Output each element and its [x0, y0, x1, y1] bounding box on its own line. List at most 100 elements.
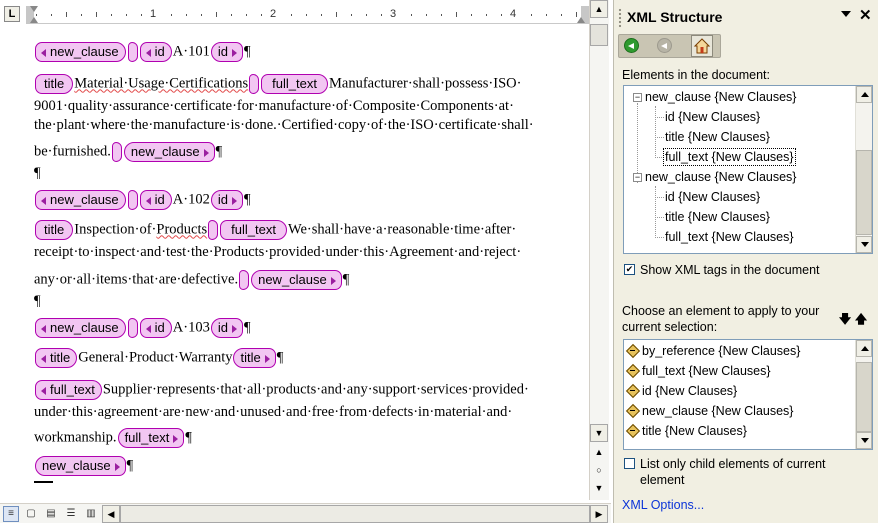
xml-element-icon	[626, 384, 639, 397]
task-pane-menu-dropdown-icon[interactable]	[841, 11, 851, 17]
previous-page-icon[interactable]: ▲	[590, 444, 608, 462]
task-pane-close-icon[interactable]: ✕	[859, 7, 872, 25]
horizontal-scroll-thumb[interactable]	[120, 505, 590, 523]
tree-item-full-text[interactable]: full_text {New Clauses}	[665, 228, 794, 246]
scroll-down-arrow-icon[interactable]	[856, 432, 872, 449]
xml-tag-id-close[interactable]: id	[210, 42, 243, 62]
xml-tag-id-close[interactable]: id	[210, 190, 243, 210]
first-line-indent-marker[interactable]	[30, 6, 38, 12]
xml-tag-title-close[interactable]: title	[233, 348, 276, 368]
hanging-indent-marker[interactable]	[30, 17, 38, 23]
task-pane-title: XML Structure	[627, 9, 723, 25]
tree-item-id[interactable]: id {New Clauses}	[665, 108, 760, 126]
apply-element-list[interactable]: by_reference {New Clauses} full_text {Ne…	[623, 339, 873, 450]
xml-tag-id-close[interactable]: id	[210, 318, 243, 338]
xml-tag-new-clause-close[interactable]: new_clause	[123, 142, 215, 162]
tree-scrollbar[interactable]	[855, 86, 872, 253]
scroll-down-arrow-icon[interactable]	[856, 236, 872, 253]
scroll-up-arrow-icon[interactable]: ▲	[590, 0, 608, 18]
reading-layout-view-icon[interactable]: ▥	[83, 506, 99, 522]
scroll-left-arrow-icon[interactable]: ◀	[102, 505, 120, 523]
tree-item-title[interactable]: title {New Clauses}	[665, 208, 770, 226]
document-vertical-scrollbar[interactable]: ▲ ▼ ▲ ○ ▼	[589, 0, 609, 500]
xml-tag-id-open[interactable]: id	[139, 190, 172, 210]
tree-item-id[interactable]: id {New Clauses}	[665, 188, 760, 206]
xml-tag-new-clause-open[interactable]: new_clause	[35, 190, 126, 210]
tree-item-title[interactable]: title {New Clauses}	[665, 128, 770, 146]
tree-line	[655, 106, 656, 158]
document-body[interactable]: new_clause id A·101 id ¶ title Material·Usage…	[0, 30, 589, 500]
scroll-thumb[interactable]	[856, 362, 872, 432]
document-elements-tree[interactable]: − new_clause {New Clauses} id {New Claus…	[623, 85, 873, 254]
pane-grip-handle[interactable]	[618, 8, 622, 28]
xml-tag-full-text-close[interactable]	[239, 270, 250, 290]
xml-tag-id-open[interactable]: id	[139, 42, 172, 62]
xml-tag-full-text-open[interactable]: full_text	[220, 220, 287, 240]
show-xml-tags-checkbox[interactable]: ✔	[624, 264, 635, 275]
ruler-tick	[321, 14, 322, 16]
element-option[interactable]: title {New Clauses}	[626, 421, 747, 441]
tree-item-full-text-selected[interactable]: full_text {New Clauses}	[663, 148, 796, 166]
scroll-up-arrow-icon[interactable]	[856, 86, 872, 103]
xml-tag-id-open[interactable]: id	[139, 318, 172, 338]
clause-title-text: General·Product·Warranty	[78, 349, 233, 366]
xml-options-link[interactable]: XML Options...	[622, 498, 704, 512]
scroll-down-arrow-icon[interactable]: ▼	[590, 424, 608, 442]
print-layout-view-icon[interactable]: ▤	[43, 506, 59, 522]
clause-text: We·shall·have·a·reasonable·time·after·	[287, 221, 517, 238]
tree-item-new-clause[interactable]: new_clause {New Clauses}	[645, 88, 796, 106]
xml-tag-new-clause-open[interactable]: new_clause	[35, 42, 126, 62]
outline-view-icon[interactable]: ☰	[63, 506, 79, 522]
xml-element-icon	[626, 404, 639, 417]
scroll-right-arrow-icon[interactable]: ▶	[590, 505, 608, 523]
element-option[interactable]: new_clause {New Clauses}	[626, 401, 793, 421]
right-indent-marker[interactable]	[577, 17, 585, 23]
tree-line	[637, 103, 638, 183]
forward-button[interactable]	[655, 37, 675, 55]
xml-tag-title-open[interactable]: title	[35, 348, 78, 368]
tab-selector[interactable]: L	[4, 6, 20, 22]
pilcrow: ¶	[185, 429, 192, 446]
xml-tag-connector	[127, 42, 138, 62]
xml-element-icon	[626, 344, 639, 357]
element-option[interactable]: full_text {New Clauses}	[626, 361, 771, 381]
clause-text: workmanship.	[34, 429, 117, 446]
ruler-tick	[306, 14, 307, 16]
scroll-thumb[interactable]	[856, 150, 872, 235]
doc-line: title Material·Usage·Certifications full_t…	[34, 74, 521, 94]
ruler-tick	[96, 12, 97, 17]
horizontal-ruler[interactable]: 1 2 3 4	[26, 6, 589, 24]
ruler-number: 1	[150, 8, 157, 20]
scroll-up-arrow-icon[interactable]	[856, 340, 872, 357]
list-only-children-checkbox[interactable]	[624, 458, 635, 469]
xml-tag-full-text-close[interactable]	[111, 142, 122, 162]
tree-collapse-icon[interactable]: −	[633, 173, 642, 182]
element-option[interactable]: id {New Clauses}	[626, 381, 737, 401]
move-down-arrow-icon[interactable]: 🡇	[838, 312, 852, 326]
element-option[interactable]: by_reference {New Clauses}	[626, 341, 800, 361]
xml-tag-title-close[interactable]	[249, 74, 260, 94]
document-horizontal-scrollbar[interactable]: ≡ ▢ ▤ ☰ ▥ ◀ ▶	[0, 503, 611, 523]
back-button[interactable]	[622, 37, 642, 55]
xml-tag-full-text-close[interactable]: full_text	[117, 428, 185, 448]
tree-item-new-clause[interactable]: new_clause {New Clauses}	[645, 168, 796, 186]
home-button[interactable]	[691, 35, 713, 57]
xml-tag-title-open[interactable]: title	[35, 220, 74, 240]
web-layout-view-icon[interactable]: ▢	[23, 506, 39, 522]
xml-tag-new-clause-open[interactable]: new_clause	[35, 318, 126, 338]
select-browse-object-icon[interactable]: ○	[590, 462, 608, 480]
xml-tag-full-text-open[interactable]: full_text	[261, 74, 328, 94]
xml-tag-new-clause-close[interactable]: new_clause	[35, 456, 126, 476]
clause-text: any·or·all·items·that·are·defective.	[34, 271, 239, 288]
tree-line	[655, 197, 664, 198]
tree-collapse-icon[interactable]: −	[633, 93, 642, 102]
scroll-thumb[interactable]	[590, 24, 608, 46]
xml-tag-new-clause-close[interactable]: new_clause	[251, 270, 342, 290]
next-page-icon[interactable]: ▼	[590, 480, 608, 498]
xml-tag-full-text-open[interactable]: full_text	[35, 380, 102, 400]
move-up-arrow-icon[interactable]: 🡅	[854, 312, 868, 326]
xml-tag-title-close[interactable]	[208, 220, 219, 240]
element-list-scrollbar[interactable]	[855, 340, 872, 449]
normal-view-icon[interactable]: ≡	[3, 506, 19, 522]
xml-tag-title-open[interactable]: title	[35, 74, 74, 94]
